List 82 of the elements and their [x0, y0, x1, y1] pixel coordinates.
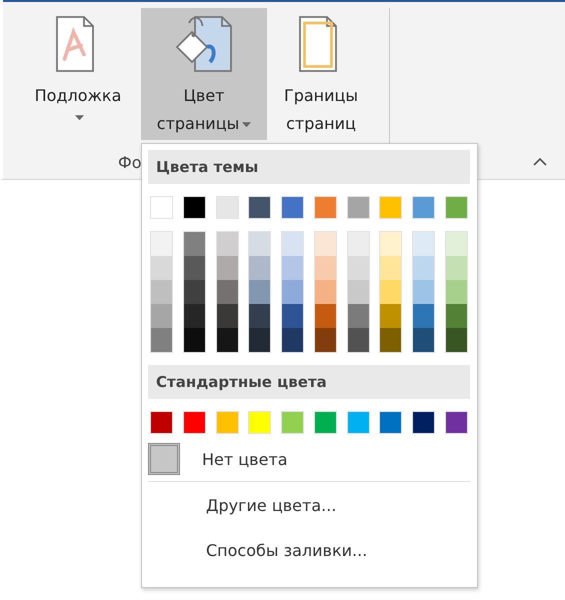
- color-swatch[interactable]: [380, 304, 402, 328]
- color-swatch[interactable]: [380, 280, 402, 304]
- color-swatch[interactable]: [412, 411, 436, 434]
- color-swatch[interactable]: [184, 328, 205, 352]
- color-swatch[interactable]: [444, 411, 468, 434]
- color-swatch[interactable]: [348, 232, 369, 256]
- color-swatch[interactable]: [216, 411, 239, 434]
- color-swatch[interactable]: [184, 304, 205, 328]
- color-swatch[interactable]: [348, 328, 369, 352]
- color-swatch[interactable]: [216, 304, 238, 328]
- color-swatch[interactable]: [413, 232, 434, 256]
- color-swatch[interactable]: [314, 328, 336, 352]
- color-swatch[interactable]: [216, 280, 238, 304]
- color-swatch[interactable]: [150, 411, 173, 434]
- menu-item[interactable]: Другие цвета...: [148, 482, 470, 527]
- color-swatch[interactable]: [348, 280, 369, 304]
- color-swatch[interactable]: [281, 411, 304, 434]
- color-swatch[interactable]: [216, 232, 238, 256]
- ribbon-button[interactable]: Подложка: [15, 8, 141, 140]
- ribbon-button[interactable]: Цвет страницы: [141, 8, 267, 140]
- color-swatch[interactable]: [413, 328, 434, 352]
- color-swatch[interactable]: [151, 232, 172, 256]
- color-swatch[interactable]: [151, 304, 172, 328]
- menu-item[interactable]: Способы заливки...: [148, 527, 470, 572]
- color-swatch[interactable]: [380, 328, 402, 352]
- color-swatch[interactable]: [446, 280, 467, 304]
- color-swatch[interactable]: [379, 411, 402, 434]
- color-swatch[interactable]: [249, 256, 270, 280]
- color-swatch[interactable]: [346, 196, 370, 219]
- color-swatch[interactable]: [348, 256, 369, 280]
- color-swatch[interactable]: [380, 232, 402, 256]
- color-swatch[interactable]: [413, 280, 434, 304]
- color-swatch[interactable]: [248, 411, 272, 434]
- color-swatch[interactable]: [446, 328, 467, 352]
- color-swatch[interactable]: [151, 256, 172, 280]
- color-swatch[interactable]: [151, 328, 172, 352]
- section-header: Цвета темы: [148, 150, 470, 184]
- color-swatch[interactable]: [282, 328, 304, 352]
- color-swatch[interactable]: [151, 280, 172, 304]
- color-swatch[interactable]: [282, 256, 304, 280]
- color-swatch[interactable]: [446, 304, 467, 328]
- color-swatch[interactable]: [380, 256, 402, 280]
- color-swatch[interactable]: [249, 328, 270, 352]
- color-swatch[interactable]: [184, 280, 205, 304]
- color-swatch[interactable]: [314, 232, 336, 256]
- paint-bucket-page-icon: [174, 14, 234, 74]
- color-swatch[interactable]: [348, 304, 369, 328]
- color-swatch[interactable]: [314, 280, 336, 304]
- color-swatch[interactable]: [184, 232, 205, 256]
- color-swatch[interactable]: [282, 280, 304, 304]
- color-swatch[interactable]: [184, 256, 205, 280]
- color-swatch[interactable]: [182, 196, 206, 219]
- color-swatch[interactable]: [379, 196, 402, 219]
- ribbon-button[interactable]: Границы страниц: [267, 8, 375, 140]
- color-swatch[interactable]: [216, 328, 238, 352]
- color-swatch[interactable]: [216, 256, 238, 280]
- color-swatch[interactable]: [412, 196, 436, 219]
- group-label: Фо: [118, 153, 142, 172]
- color-swatch[interactable]: [346, 411, 370, 434]
- color-swatch[interactable]: [249, 304, 270, 328]
- color-swatch[interactable]: [444, 196, 468, 219]
- collapse-ribbon-icon[interactable]: [533, 158, 547, 166]
- color-swatch[interactable]: [314, 411, 337, 434]
- color-swatch[interactable]: [314, 304, 336, 328]
- color-swatch[interactable]: [413, 256, 434, 280]
- color-swatch[interactable]: [413, 304, 434, 328]
- color-swatch[interactable]: [282, 304, 304, 328]
- color-swatch[interactable]: [150, 196, 173, 219]
- color-swatch[interactable]: [446, 256, 467, 280]
- color-swatch[interactable]: [249, 280, 270, 304]
- menu-item[interactable]: Нет цвета: [202, 450, 288, 468]
- color-swatch[interactable]: [248, 196, 272, 219]
- color-swatch[interactable]: [314, 196, 337, 219]
- color-swatch[interactable]: [216, 196, 239, 219]
- color-swatch[interactable]: [182, 411, 206, 434]
- color-swatch[interactable]: [281, 196, 304, 219]
- color-swatch[interactable]: [314, 256, 336, 280]
- color-swatch[interactable]: [249, 232, 270, 256]
- section-header: Стандартные цвета: [148, 365, 470, 399]
- color-swatch[interactable]: [282, 232, 304, 256]
- color-swatch[interactable]: [446, 232, 467, 256]
- no-color-swatch-icon: [148, 443, 180, 475]
